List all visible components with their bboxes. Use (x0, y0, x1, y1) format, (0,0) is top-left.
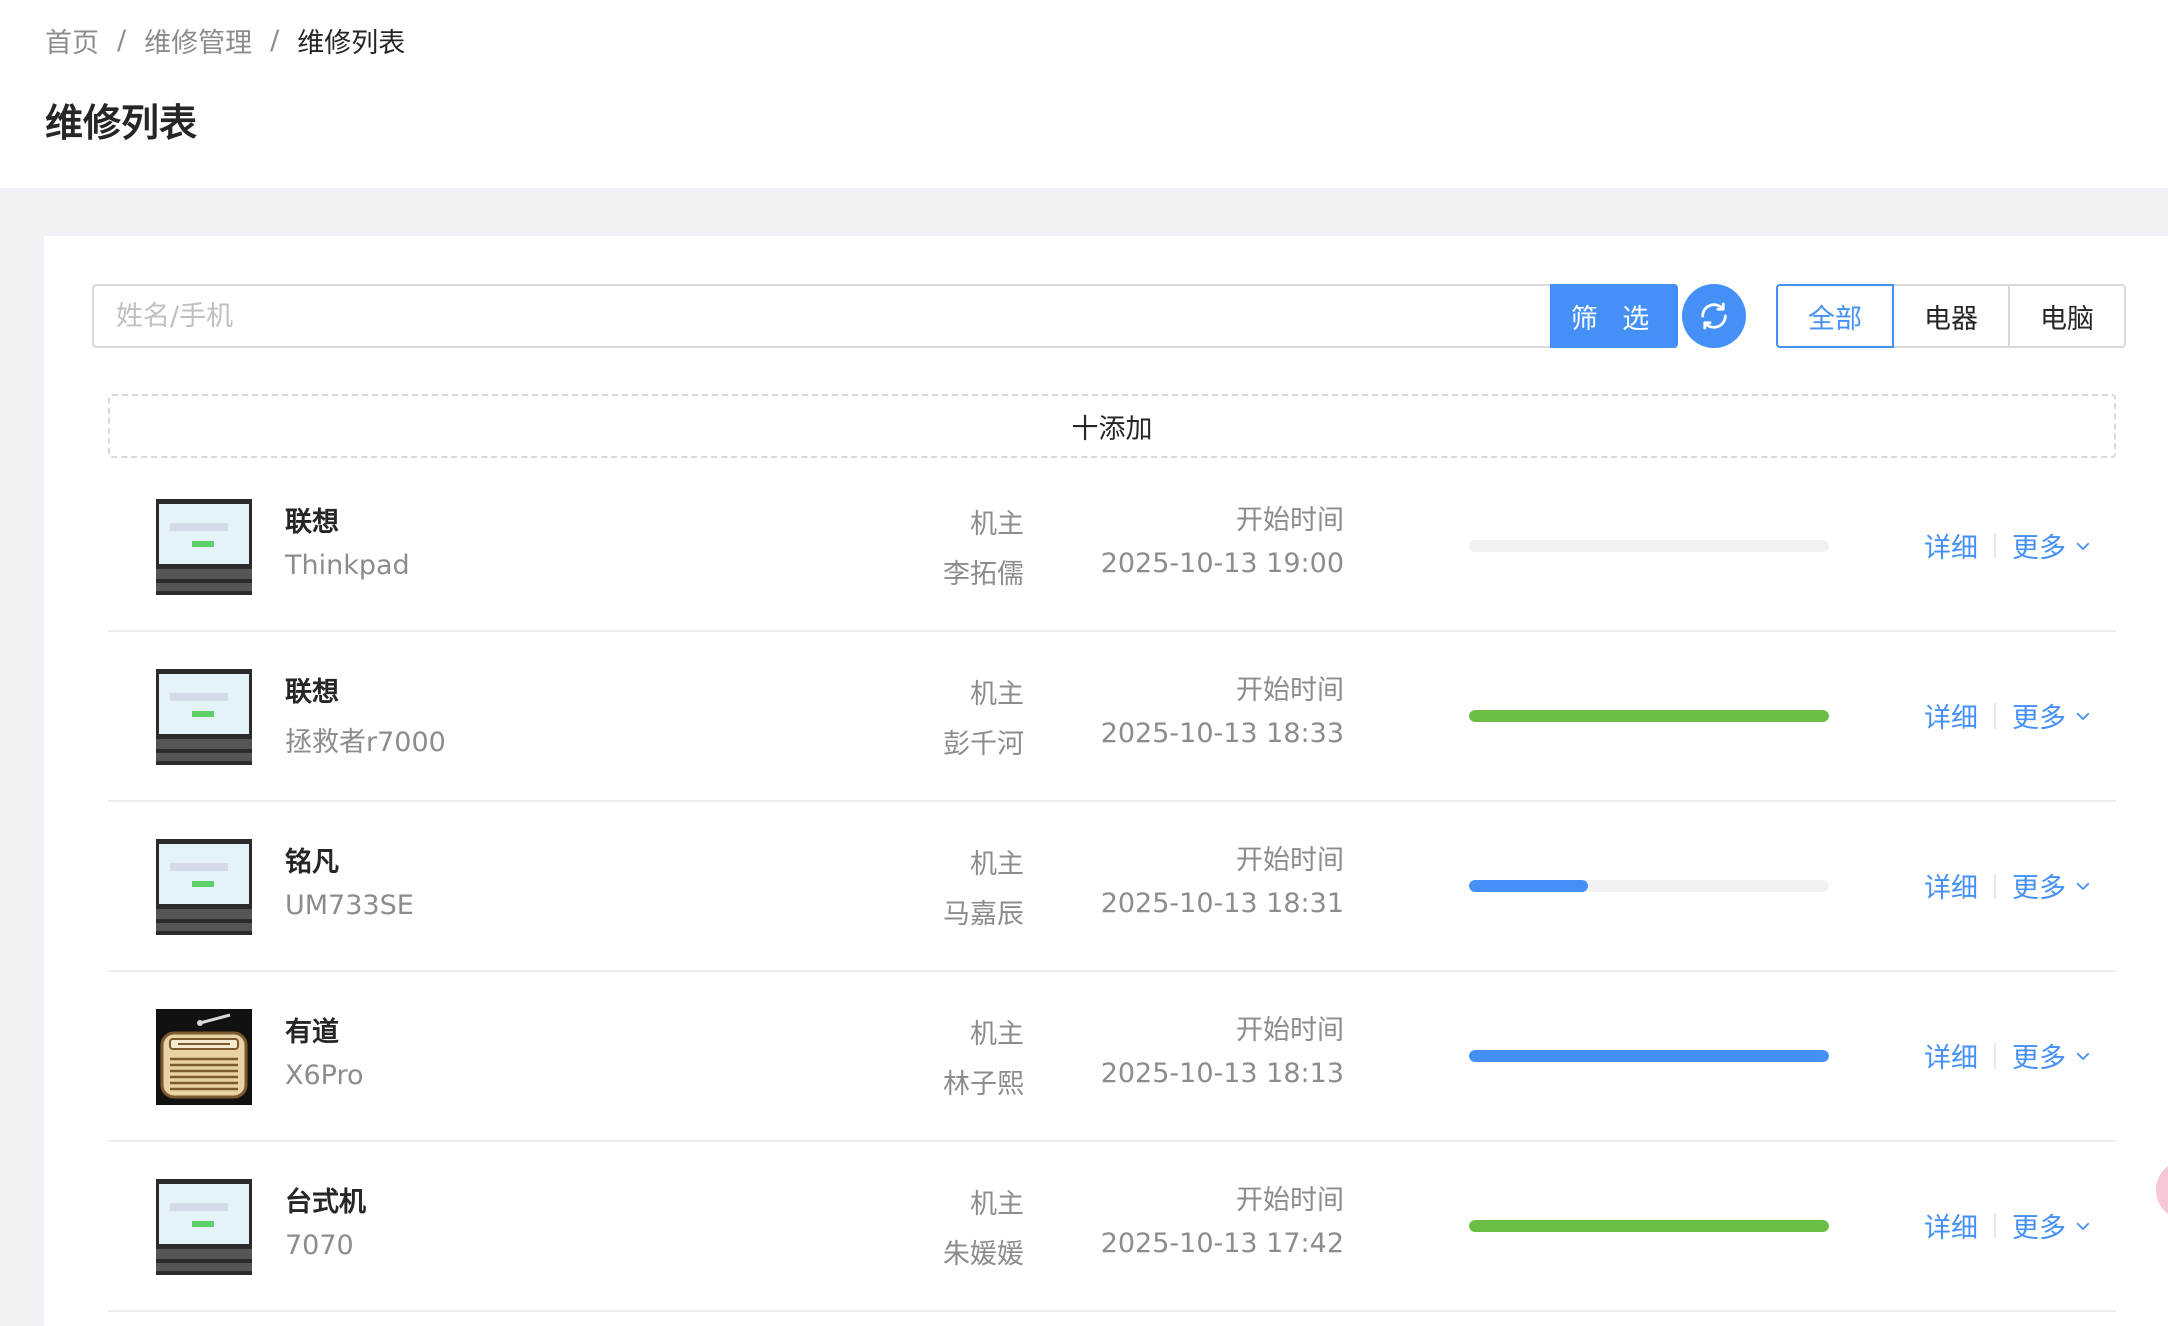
refresh-icon (1701, 302, 1727, 330)
more-label: 更多 (2012, 703, 2066, 734)
action-divider (1994, 872, 1996, 899)
progress-fill (1469, 1220, 1829, 1232)
content-card: 筛 选 全部 电器 电脑 十添加 联想 Thinkpad 机主 李拓儒 开始时间… (44, 236, 2168, 1326)
chevron-down-icon (2076, 1052, 2090, 1060)
device-model: Thinkpad (285, 550, 410, 581)
more-label: 更多 (2012, 1043, 2066, 1074)
owner-name: 马嘉辰 (943, 899, 1024, 930)
breadcrumb-item-current: 维修列表 (297, 27, 406, 59)
device-model: UM733SE (285, 890, 414, 921)
breadcrumb: 首页 / 维修管理 / 维修列表 (45, 20, 405, 60)
start-time: 2025-10-13 19:00 (1100, 548, 1344, 579)
owner-label: 机主 (970, 1189, 1024, 1220)
filter-button[interactable]: 筛 选 (1550, 284, 1678, 348)
progress-fill (1469, 880, 1588, 892)
list-item: 有道 X6Pro 机主 林子熙 开始时间 2025-10-13 18:13 详细… (108, 972, 2116, 1142)
row-actions: 详细 更多 (1924, 1206, 2092, 1245)
progress-bar (1469, 880, 1829, 892)
row-actions: 详细 更多 (1924, 866, 2092, 905)
list-item: 铭凡 UM733SE 机主 马嘉辰 开始时间 2025-10-13 18:31 … (108, 802, 2116, 972)
more-dropdown[interactable]: 更多 (2012, 696, 2092, 735)
owner-name: 林子熙 (943, 1069, 1024, 1100)
chevron-down-icon (2076, 882, 2090, 890)
owner-label: 机主 (970, 509, 1024, 540)
owner-label: 机主 (970, 849, 1024, 880)
detail-link[interactable]: 详细 (1924, 526, 1978, 565)
start-time-label: 开始时间 (1236, 845, 1344, 876)
refresh-button[interactable] (1682, 284, 1746, 348)
row-actions: 详细 更多 (1924, 526, 2092, 565)
row-actions: 详细 更多 (1924, 1036, 2092, 1075)
row-actions: 详细 更多 (1924, 696, 2092, 735)
start-time: 2025-10-13 18:31 (1100, 888, 1344, 919)
start-time-label: 开始时间 (1236, 505, 1344, 536)
device-brand: 联想 (285, 507, 339, 538)
more-label: 更多 (2012, 873, 2066, 904)
laptop-icon (156, 1179, 252, 1275)
list-item: 联想 Thinkpad 机主 李拓儒 开始时间 2025-10-13 19:00… (108, 462, 2116, 632)
device-brand: 台式机 (285, 1187, 366, 1218)
more-label: 更多 (2012, 1213, 2066, 1244)
start-time-label: 开始时间 (1236, 1185, 1344, 1216)
owner-name: 彭千河 (943, 729, 1024, 760)
page-title: 维修列表 (45, 101, 198, 145)
device-model: X6Pro (285, 1060, 364, 1091)
progress-fill (1469, 710, 1829, 722)
start-time-label: 开始时间 (1236, 1015, 1344, 1046)
device-brand: 联想 (285, 677, 339, 708)
action-divider (1994, 1042, 1996, 1069)
segment-computer[interactable]: 电脑 (2008, 284, 2126, 348)
start-time: 2025-10-13 17:42 (1100, 1228, 1344, 1259)
detail-link[interactable]: 详细 (1924, 866, 1978, 905)
list-item: 台式机 7070 机主 朱媛媛 开始时间 2025-10-13 17:42 详细… (108, 1142, 2116, 1312)
laptop-icon (156, 839, 252, 935)
chevron-down-icon (2076, 1222, 2090, 1230)
more-label: 更多 (2012, 533, 2066, 564)
start-time: 2025-10-13 18:13 (1100, 1058, 1344, 1089)
progress-bar (1469, 540, 1829, 552)
action-divider (1994, 1212, 1996, 1239)
breadcrumb-item-repair-management[interactable]: 维修管理 (144, 21, 252, 60)
device-model: 7070 (285, 1230, 354, 1261)
device-model: 拯救者r7000 (285, 727, 446, 758)
owner-name: 朱媛媛 (943, 1239, 1024, 1270)
laptop-icon (156, 499, 252, 595)
segment-all[interactable]: 全部 (1776, 284, 1894, 348)
progress-bar (1469, 710, 1829, 722)
action-divider (1994, 532, 1996, 559)
add-button[interactable]: 十添加 (108, 394, 2116, 458)
segment-appliance[interactable]: 电器 (1892, 284, 2010, 348)
action-divider (1994, 702, 1996, 729)
search-input[interactable] (92, 284, 1550, 348)
radio-icon (156, 1009, 252, 1105)
owner-label: 机主 (970, 1019, 1024, 1050)
detail-link[interactable]: 详细 (1924, 696, 1978, 735)
breadcrumb-separator: / (117, 24, 127, 56)
breadcrumb-item-home[interactable]: 首页 (45, 21, 99, 60)
category-segmented-control: 全部 电器 电脑 (1776, 284, 2126, 348)
owner-label: 机主 (970, 679, 1024, 710)
detail-link[interactable]: 详细 (1924, 1036, 1978, 1075)
detail-link[interactable]: 详细 (1924, 1206, 1978, 1245)
progress-bar (1469, 1050, 1829, 1062)
page-header: 首页 / 维修管理 / 维修列表 维修列表 (0, 0, 2168, 188)
start-time-label: 开始时间 (1236, 675, 1344, 706)
more-dropdown[interactable]: 更多 (2012, 866, 2092, 905)
progress-fill (1469, 1050, 1829, 1062)
more-dropdown[interactable]: 更多 (2012, 1036, 2092, 1075)
progress-bar (1469, 1220, 1829, 1232)
breadcrumb-separator: / (270, 24, 280, 56)
list-item: 联想 拯救者r7000 机主 彭千河 开始时间 2025-10-13 18:33… (108, 632, 2116, 802)
start-time: 2025-10-13 18:33 (1100, 718, 1344, 749)
laptop-icon (156, 669, 252, 765)
repair-list: 联想 Thinkpad 机主 李拓儒 开始时间 2025-10-13 19:00… (108, 462, 2116, 1312)
device-brand: 铭凡 (285, 847, 339, 878)
more-dropdown[interactable]: 更多 (2012, 526, 2092, 565)
chevron-down-icon (2076, 542, 2090, 550)
owner-name: 李拓儒 (943, 559, 1024, 590)
device-brand: 有道 (285, 1017, 339, 1048)
chevron-down-icon (2076, 712, 2090, 720)
more-dropdown[interactable]: 更多 (2012, 1206, 2092, 1245)
